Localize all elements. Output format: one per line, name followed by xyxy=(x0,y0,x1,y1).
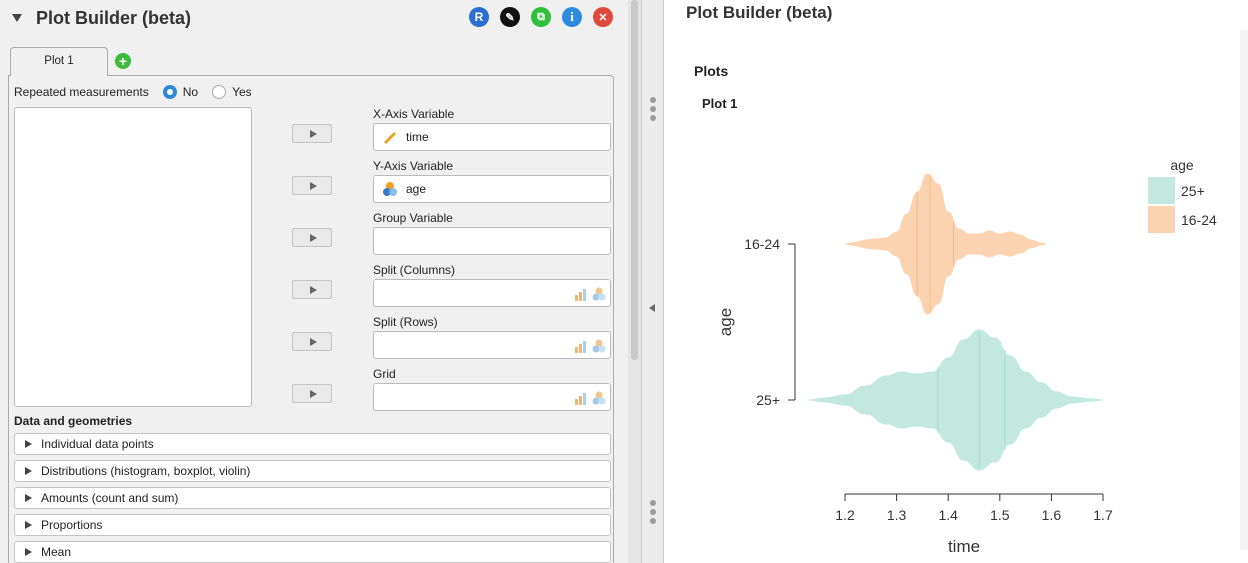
drag-handle-icon[interactable] xyxy=(650,500,656,527)
y-tick-label: 25+ xyxy=(756,392,780,408)
right-scrollbar[interactable] xyxy=(1240,30,1248,550)
accordion-amounts[interactable]: Amounts (count and sum) xyxy=(14,487,611,509)
x-tick-label: 1.4 xyxy=(938,507,958,523)
y-tick-label: 16-24 xyxy=(744,236,780,252)
info-icon[interactable]: i xyxy=(562,7,582,27)
move-group-button[interactable] xyxy=(292,228,332,247)
x-tick-label: 1.2 xyxy=(835,507,855,523)
collapse-icon[interactable] xyxy=(12,14,22,22)
nominal-icon xyxy=(592,339,606,353)
accordion-label: Amounts (count and sum) xyxy=(41,491,179,505)
ordinal-icon xyxy=(575,289,586,301)
nominal-icon xyxy=(383,182,397,196)
radio-no-label: No xyxy=(182,85,199,99)
violin-16-24 xyxy=(844,173,1047,315)
plot-builder-panel: Plot Builder (beta) R ✎ ⧉ i ✕ Plot 1 + R… xyxy=(0,0,628,563)
violin-25+ xyxy=(808,329,1104,471)
legend-swatch-16-24 xyxy=(1148,206,1175,233)
x-tick-label: 1.5 xyxy=(990,507,1010,523)
copy-icon[interactable]: ⧉ xyxy=(531,7,551,27)
x-tick-label: 1.7 xyxy=(1093,507,1113,523)
accordion-label: Distributions (histogram, boxplot, violi… xyxy=(41,464,251,478)
radio-yes-label: Yes xyxy=(232,85,252,99)
scroll-thumb[interactable] xyxy=(631,0,638,360)
accordion-distributions[interactable]: Distributions (histogram, boxplot, violi… xyxy=(14,460,611,482)
ordinal-icon xyxy=(575,393,586,405)
expand-icon xyxy=(25,467,32,475)
accordion-proportions[interactable]: Proportions xyxy=(14,514,611,536)
panel-title: Plot Builder (beta) xyxy=(36,7,192,28)
tab-plot-1[interactable]: Plot 1 xyxy=(10,47,108,76)
accordion-individual-points[interactable]: Individual data points xyxy=(14,433,611,455)
variable-list[interactable] xyxy=(14,107,252,407)
r-icon[interactable]: R xyxy=(469,7,489,27)
x-tick-label: 1.6 xyxy=(1042,507,1062,523)
panel-divider[interactable] xyxy=(641,0,664,563)
move-y-axis-button[interactable] xyxy=(292,176,332,195)
close-icon[interactable]: ✕ xyxy=(593,7,613,27)
legend-swatch-25+ xyxy=(1148,177,1175,204)
accordion-mean[interactable]: Mean xyxy=(14,541,611,563)
ruler-icon xyxy=(384,132,396,144)
ordinal-icon xyxy=(575,341,586,353)
nominal-icon xyxy=(592,391,606,405)
radio-no[interactable] xyxy=(162,85,177,99)
x-axis-field[interactable]: time xyxy=(373,123,611,151)
accordion-label: Individual data points xyxy=(41,437,154,451)
data-geometries-heading: Data and geometries xyxy=(14,414,133,428)
x-axis-label: X-Axis Variable xyxy=(373,107,455,121)
x-tick-label: 1.3 xyxy=(887,507,907,523)
split-columns-field[interactable] xyxy=(373,279,611,307)
left-scrollbar[interactable] xyxy=(628,0,641,563)
nominal-icon xyxy=(592,287,606,301)
split-rows-field[interactable] xyxy=(373,331,611,359)
repeated-label: Repeated measurements xyxy=(14,85,149,99)
y-axis-label: Y-Axis Variable xyxy=(373,159,454,173)
legend-label: 25+ xyxy=(1181,183,1205,199)
expand-icon xyxy=(25,548,32,556)
accordion-label: Proportions xyxy=(41,518,103,532)
x-axis-label: time xyxy=(948,537,980,556)
y-axis-label: age xyxy=(716,308,735,336)
add-plot-icon[interactable]: + xyxy=(115,53,131,69)
grid-label: Grid xyxy=(373,367,396,381)
move-split-rows-button[interactable] xyxy=(292,332,332,351)
y-axis-value: age xyxy=(406,182,427,196)
x-axis-value: time xyxy=(406,130,429,144)
header-icon-bar: R ✎ ⧉ i ✕ xyxy=(469,7,613,27)
repeated-measurements: Repeated measurements No Yes xyxy=(14,84,252,100)
split-rows-label: Split (Rows) xyxy=(373,315,438,329)
split-columns-label: Split (Columns) xyxy=(373,263,456,277)
group-label: Group Variable xyxy=(373,211,453,225)
collapse-arrow-icon[interactable] xyxy=(649,304,655,312)
radio-yes[interactable] xyxy=(212,85,227,99)
expand-icon xyxy=(25,494,32,502)
drag-handle-icon[interactable] xyxy=(650,97,656,124)
expand-icon xyxy=(25,521,32,529)
edit-icon[interactable]: ✎ xyxy=(500,7,520,27)
grid-field[interactable] xyxy=(373,383,611,411)
legend-title: age xyxy=(1170,157,1194,173)
move-grid-button[interactable] xyxy=(292,384,332,403)
results-panel: Plot Builder (beta) Plots Plot 1 1.2 1.3 1… xyxy=(664,0,1248,563)
y-axis-field[interactable]: age xyxy=(373,175,611,203)
expand-icon xyxy=(25,440,32,448)
move-split-columns-button[interactable] xyxy=(292,280,332,299)
move-x-axis-button[interactable] xyxy=(292,124,332,143)
group-field[interactable] xyxy=(373,227,611,255)
legend-label: 16-24 xyxy=(1181,212,1217,228)
panel-header: Plot Builder (beta) xyxy=(12,6,191,30)
violin-chart: 1.2 1.3 1.4 1.5 1.6 1.7 time 25+ 16-24 age age 25+ 1… xyxy=(716,157,1217,556)
accordion-label: Mean xyxy=(41,545,72,559)
